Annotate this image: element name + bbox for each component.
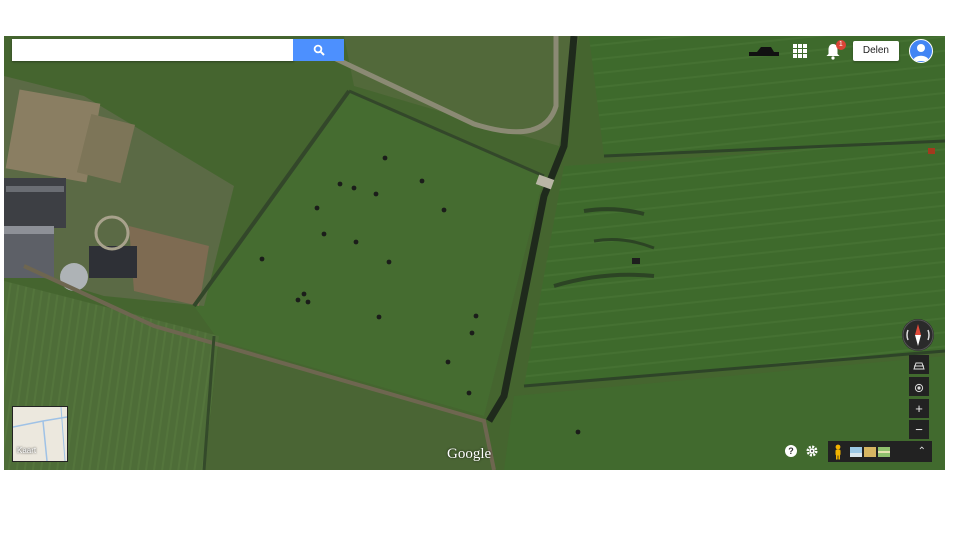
expand-imagery-button[interactable]: ⌃	[918, 446, 926, 457]
satellite-imagery	[4, 36, 945, 470]
search-input[interactable]	[12, 39, 294, 61]
tilt-button[interactable]	[909, 355, 929, 374]
share-button[interactable]: Delen	[852, 41, 899, 61]
my-location-button[interactable]	[909, 377, 929, 396]
tilt-icon	[913, 362, 925, 370]
imagery-thumbnail-sky[interactable]	[850, 446, 862, 457]
search-button[interactable]	[293, 39, 344, 61]
google-logo: Google	[447, 446, 492, 462]
account-bar: 1 Delen	[747, 38, 933, 64]
map-view-label: Kaart	[17, 446, 37, 455]
apps-grid-icon[interactable]	[792, 44, 807, 58]
avatar-icon	[913, 44, 929, 61]
compass-icon[interactable]	[902, 319, 934, 351]
search-icon	[313, 44, 325, 56]
map-view-toggle[interactable]: Kaart	[12, 406, 68, 462]
help-icon[interactable]: ?	[785, 445, 797, 457]
notifications-button[interactable]: 1	[825, 40, 846, 60]
notification-badge: 1	[835, 40, 846, 50]
redacted-account-icon	[748, 47, 779, 56]
imagery-thumbnail-terrain[interactable]	[878, 446, 890, 457]
satellite-map[interactable]: 1 Delen Kaart Google ? ⌃ + −	[4, 36, 945, 470]
zoom-out-button[interactable]: −	[909, 420, 929, 439]
imagery-strip: ⌃	[828, 441, 932, 462]
gear-icon[interactable]	[805, 444, 819, 458]
avatar[interactable]	[909, 39, 933, 63]
pegman-icon[interactable]	[833, 444, 843, 460]
my-location-icon	[914, 383, 924, 392]
zoom-in-button[interactable]: +	[909, 399, 929, 418]
imagery-thumbnail-sand[interactable]	[864, 446, 876, 457]
